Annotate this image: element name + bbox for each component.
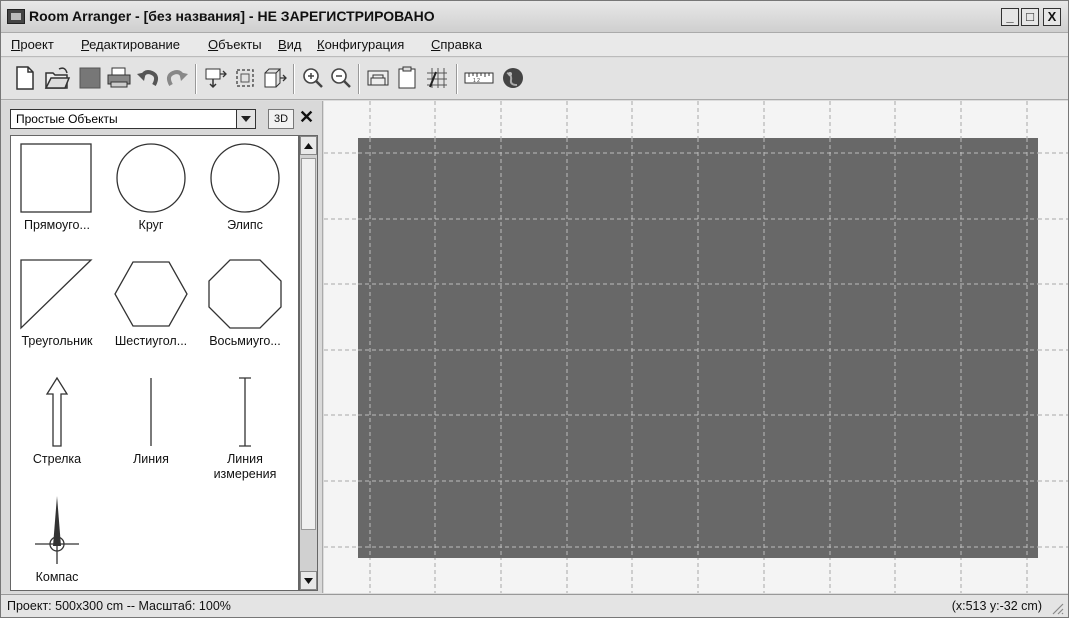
svg-text:1 2: 1 2 (473, 78, 480, 84)
zoom-in-icon[interactable] (299, 64, 327, 92)
shape-line[interactable]: Линия (105, 376, 197, 467)
menu-help-label: правка (440, 37, 482, 52)
shape-label: Восьмиуго... (209, 334, 281, 348)
shape-triangle[interactable]: Треугольник (11, 258, 103, 349)
zoom-out-icon[interactable] (327, 64, 355, 92)
shape-hexagon[interactable]: Шестиугол... (105, 258, 197, 349)
menu-project-label: роект (20, 37, 54, 52)
shape-ellipse[interactable]: Элипс (199, 142, 291, 233)
redo-icon[interactable] (163, 64, 191, 92)
open-folder-icon[interactable] (43, 64, 71, 92)
menu-objects-label: бъекты (218, 37, 262, 52)
menu-project-key: П (11, 37, 21, 52)
menu-config-label: онфигурация (324, 37, 405, 52)
save-icon[interactable] (76, 64, 104, 92)
object-export-icon[interactable] (261, 64, 289, 92)
room-floor[interactable] (358, 138, 1038, 558)
title-bar[interactable]: Room Arranger - [без названия] - НЕ ЗАРЕ… (1, 1, 1068, 33)
toolbar-separator (195, 64, 197, 94)
toolbar: 1 2 (1, 58, 1068, 100)
undo-icon[interactable] (134, 64, 162, 92)
shape-circle[interactable]: Круг (105, 142, 197, 233)
globe-icon[interactable] (499, 64, 527, 92)
menu-edit-label: едактирование (89, 37, 181, 52)
menu-config-key: К (317, 37, 325, 52)
design-canvas[interactable] (324, 101, 1068, 593)
menu-view-key: В (278, 37, 287, 52)
shape-arrow[interactable]: Стрелка (11, 376, 103, 467)
close-panel-icon[interactable]: ✕ (299, 107, 314, 128)
clipboard-icon[interactable] (393, 64, 421, 92)
category-select-value: Простые Объекты (16, 112, 118, 126)
shape-label: Линия (133, 452, 169, 466)
shape-label: Элипс (227, 218, 263, 232)
shape-label: Круг (138, 218, 164, 232)
menu-view[interactable]: Вид (278, 37, 302, 52)
menu-edit[interactable]: Редактирование (81, 37, 180, 52)
rectangle-shape-icon (20, 143, 92, 213)
window-title: Room Arranger - [без названия] - НЕ ЗАРЕ… (29, 8, 435, 24)
arrow-shape-icon (45, 376, 69, 447)
toolbar-separator (358, 64, 360, 94)
measure-line-shape-icon (239, 377, 251, 447)
3d-view-button[interactable]: 3D (268, 109, 294, 129)
shape-label: Шестиугол... (114, 334, 188, 348)
triangle-shape-icon (20, 259, 93, 330)
move-down-icon[interactable] (201, 64, 229, 92)
shape-compass[interactable]: Компас (11, 494, 103, 585)
menu-objects[interactable]: Объекты (208, 37, 262, 52)
shape-palette: Прямоуго... Круг Элипс Треугольник Шести… (10, 135, 299, 591)
maximize-button[interactable]: □ (1021, 8, 1039, 26)
ellipse-shape-icon (210, 143, 280, 213)
shape-rectangle[interactable]: Прямоуго... (11, 142, 103, 233)
circle-shape-icon (116, 143, 186, 213)
menu-help[interactable]: Справка (431, 37, 482, 52)
menu-config[interactable]: Конфигурация (317, 37, 404, 52)
scroll-up-icon[interactable] (300, 136, 317, 155)
close-button[interactable]: X (1043, 8, 1061, 26)
toolbar-separator (456, 64, 458, 94)
furniture-view-icon[interactable] (364, 64, 392, 92)
shape-label: Линия измерения (213, 452, 277, 481)
shape-label: Треугольник (21, 334, 93, 348)
menu-bar: Проект Редактирование Объекты Вид Конфиг… (1, 33, 1068, 57)
ruler-icon[interactable]: 1 2 (463, 64, 495, 92)
cursor-coordinates: (x:513 y:-32 cm) (951, 599, 1042, 613)
status-bar: Проект: 500x300 cm -- Масштаб: 100% (x:5… (1, 594, 1068, 617)
project-status: Проект: 500x300 cm -- Масштаб: 100% (7, 599, 231, 613)
menu-view-label: ид (286, 37, 302, 52)
menu-project[interactable]: Проект (11, 37, 54, 52)
shape-label: Компас (35, 570, 79, 584)
octagon-shape-icon (208, 259, 282, 329)
menu-help-key: С (431, 37, 441, 52)
scrollbar-thumb[interactable] (301, 158, 316, 530)
select-area-icon[interactable] (231, 64, 259, 92)
resize-grip-icon[interactable] (1050, 601, 1064, 615)
shape-label: Стрелка (32, 452, 82, 466)
shape-octagon[interactable]: Восьмиуго... (199, 258, 291, 349)
shape-label: Прямоуго... (24, 218, 90, 232)
compass-shape-icon (35, 496, 79, 564)
app-window: Room Arranger - [без названия] - НЕ ЗАРЕ… (0, 0, 1069, 618)
shape-measure-line[interactable]: Линия измерения (199, 376, 291, 482)
palette-scrollbar[interactable] (299, 135, 318, 591)
objects-panel: Простые Объекты 3D ✕ Прямоуго... Круг Эл… (1, 101, 323, 593)
new-document-icon[interactable] (11, 64, 39, 92)
chevron-down-icon[interactable] (236, 109, 256, 129)
menu-edit-key: Р (81, 37, 90, 52)
menu-objects-key: О (208, 37, 219, 52)
category-select[interactable]: Простые Объекты (10, 109, 256, 129)
scroll-down-icon[interactable] (300, 571, 317, 590)
print-icon[interactable] (105, 64, 133, 92)
line-shape-icon (150, 378, 152, 446)
toolbar-separator (293, 64, 295, 94)
grid-select-icon[interactable] (423, 64, 451, 92)
minimize-button[interactable]: _ (1001, 8, 1019, 26)
hexagon-shape-icon (114, 261, 188, 327)
app-icon (7, 9, 25, 24)
